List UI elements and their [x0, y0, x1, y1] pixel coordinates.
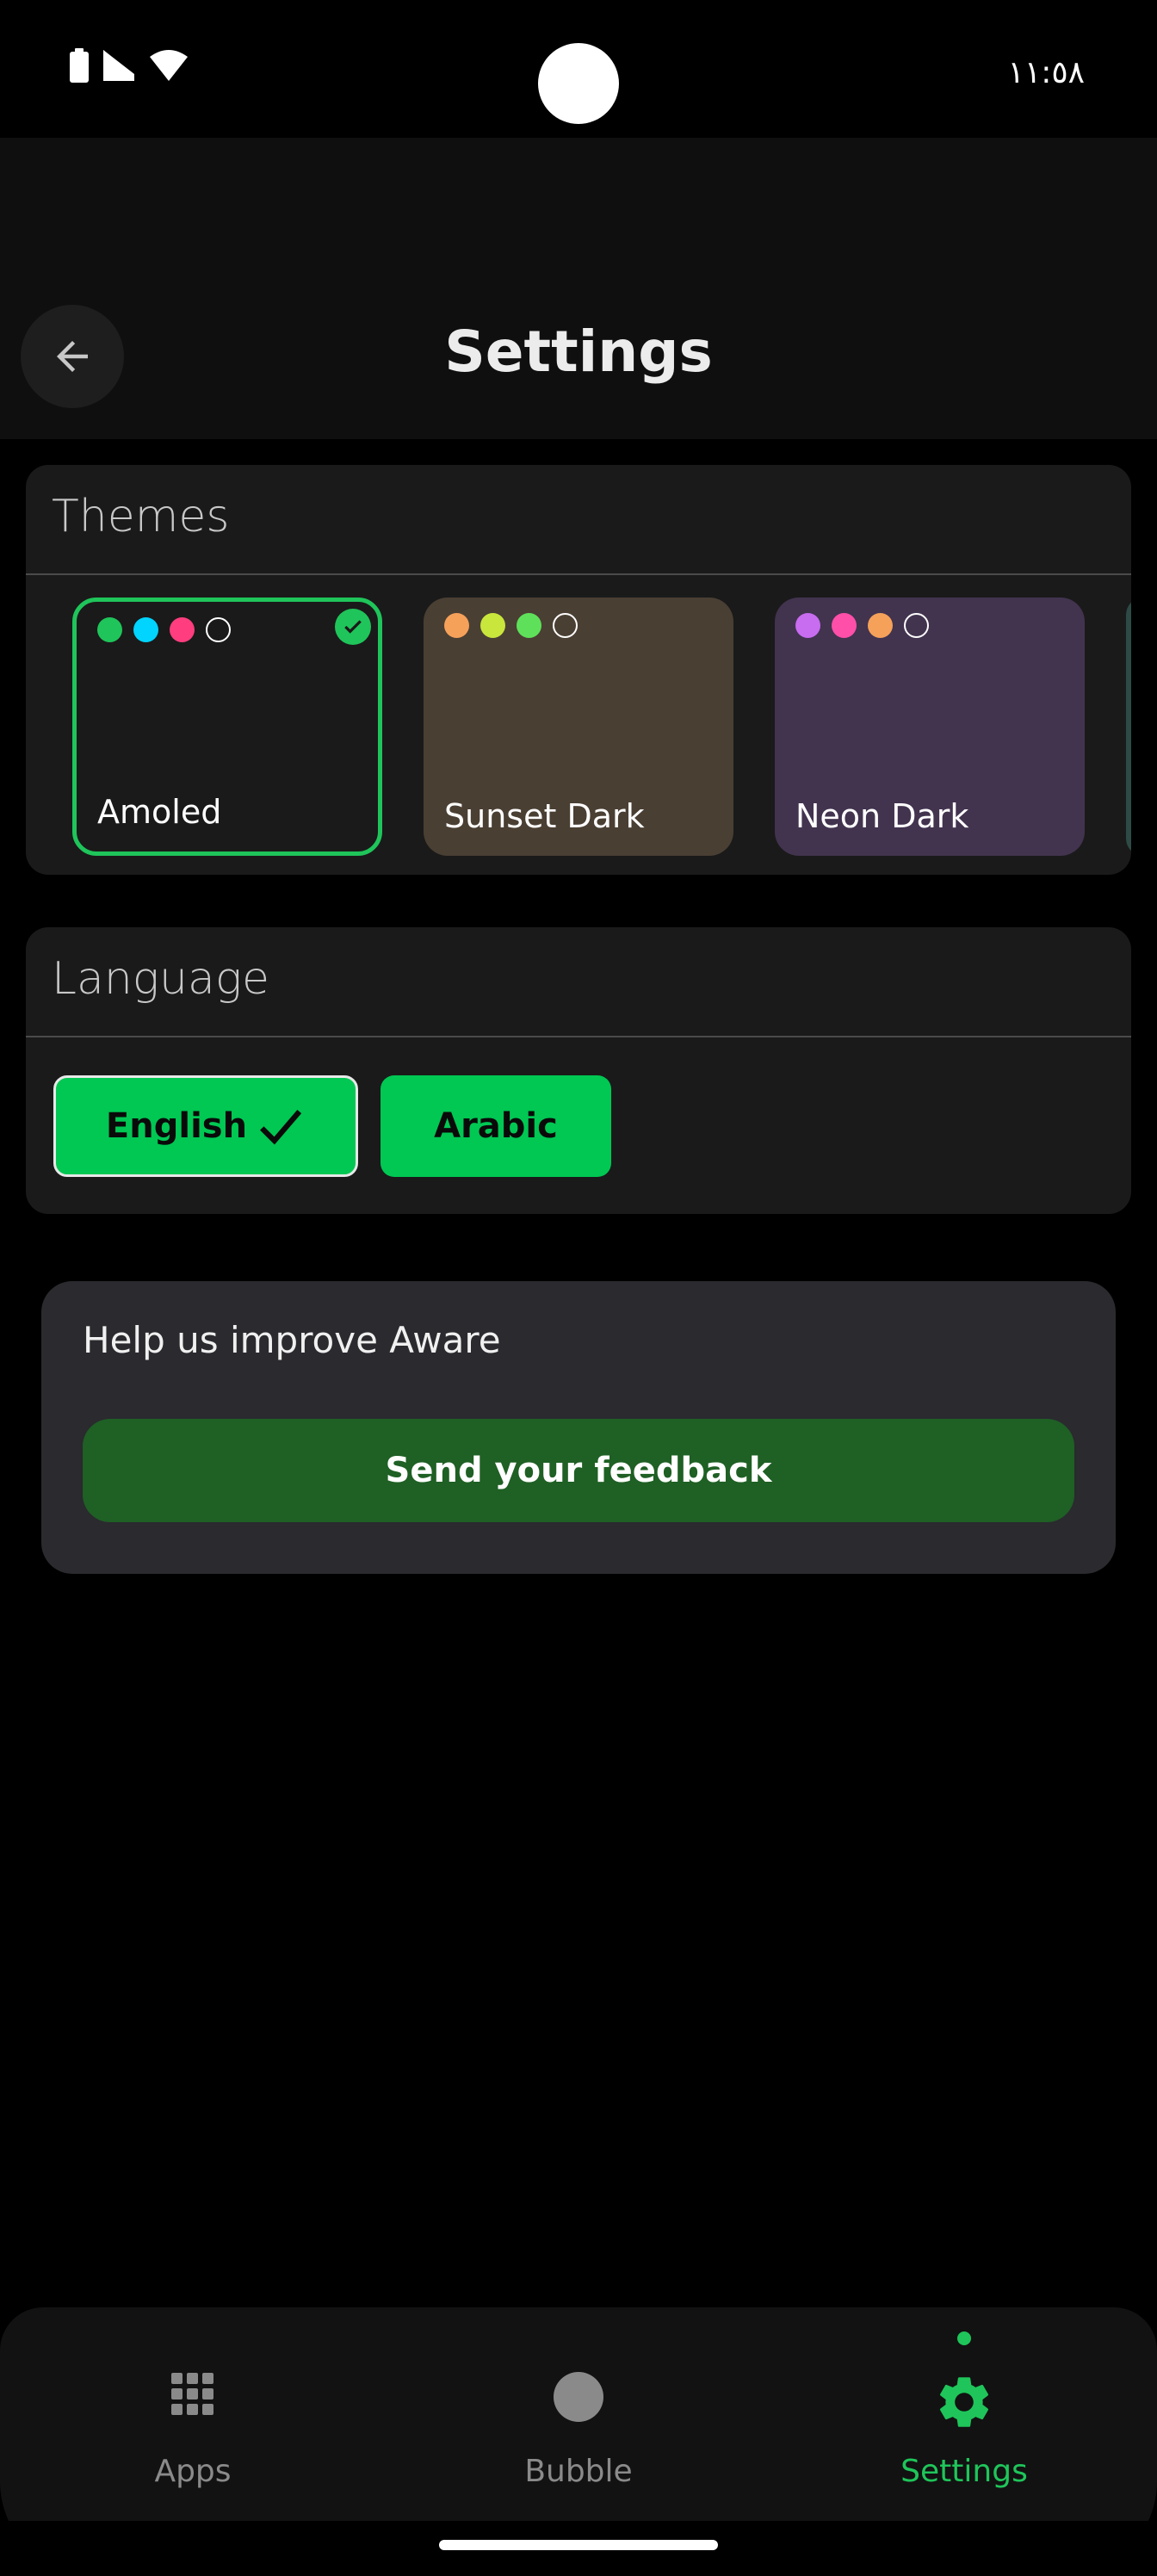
theme-color-dots [444, 613, 578, 638]
phone-screen: ١١:٥٨ Settings Themes Amoled Sunset Dark… [0, 0, 1157, 2576]
theme-label: Neon Dark [795, 797, 969, 835]
color-dot [553, 613, 578, 638]
check-icon [260, 1110, 302, 1145]
language-label: Arabic [434, 1106, 558, 1146]
selected-check-icon [335, 609, 371, 645]
theme-option-amoled[interactable]: Amoled [72, 598, 382, 856]
app-header [0, 138, 1157, 439]
active-indicator-dot [957, 2331, 971, 2345]
color-dot [170, 617, 195, 642]
color-dot [517, 613, 541, 638]
color-dot [97, 617, 122, 642]
divider [26, 573, 1131, 575]
themes-card: Themes Amoled Sunset Dark Neon Dark [26, 465, 1131, 875]
themes-title: Themes [52, 491, 230, 542]
page-title: Settings [444, 319, 713, 385]
home-indicator [439, 2540, 718, 2550]
nav-item-settings[interactable]: Settings [771, 2307, 1157, 2521]
signal-icon [103, 50, 134, 81]
divider [26, 1036, 1131, 1037]
theme-color-dots [795, 613, 929, 638]
feedback-prompt: Help us improve Aware [83, 1319, 501, 1361]
nav-item-bubble[interactable]: Bubble [386, 2307, 771, 2521]
bubble-icon [554, 2372, 603, 2422]
status-icons [69, 46, 189, 84]
language-card: Language English Arabic [26, 927, 1131, 1214]
language-english-button[interactable]: English [53, 1075, 358, 1177]
feedback-card: Help us improve Aware Send your feedback [41, 1281, 1116, 1574]
theme-label: Amoled [97, 793, 222, 831]
theme-label: Sunset Dark [444, 797, 645, 835]
color-dot [904, 613, 929, 638]
color-dot [832, 613, 857, 638]
color-dot [206, 617, 231, 642]
language-arabic-button[interactable]: Arabic [381, 1075, 611, 1177]
color-dot [480, 613, 505, 638]
send-feedback-button[interactable]: Send your feedback [83, 1419, 1074, 1522]
nav-label: Settings [900, 2454, 1028, 2489]
nav-label: Apps [154, 2454, 232, 2489]
gear-icon [939, 2377, 989, 2427]
nav-label: Bubble [524, 2454, 633, 2489]
theme-option-sunset-dark[interactable]: Sunset Dark [424, 598, 733, 856]
color-dot [868, 613, 893, 638]
wifi-icon [150, 50, 188, 81]
theme-option-neon-dark[interactable]: Neon Dark [775, 598, 1085, 856]
battery-icon [70, 48, 89, 83]
theme-color-dots [97, 617, 231, 642]
status-time: ١١:٥٨ [1007, 55, 1085, 90]
color-dot [133, 617, 158, 642]
color-dot [795, 613, 820, 638]
bottom-nav: Apps Bubble Settings [0, 2307, 1157, 2521]
color-dot [444, 613, 469, 638]
theme-option-partial[interactable] [1126, 598, 1131, 856]
nav-item-apps[interactable]: Apps [0, 2307, 386, 2521]
camera-cutout [538, 43, 619, 124]
grid-icon [171, 2373, 213, 2415]
language-label: English [105, 1106, 248, 1146]
language-title: Language [52, 953, 270, 1005]
